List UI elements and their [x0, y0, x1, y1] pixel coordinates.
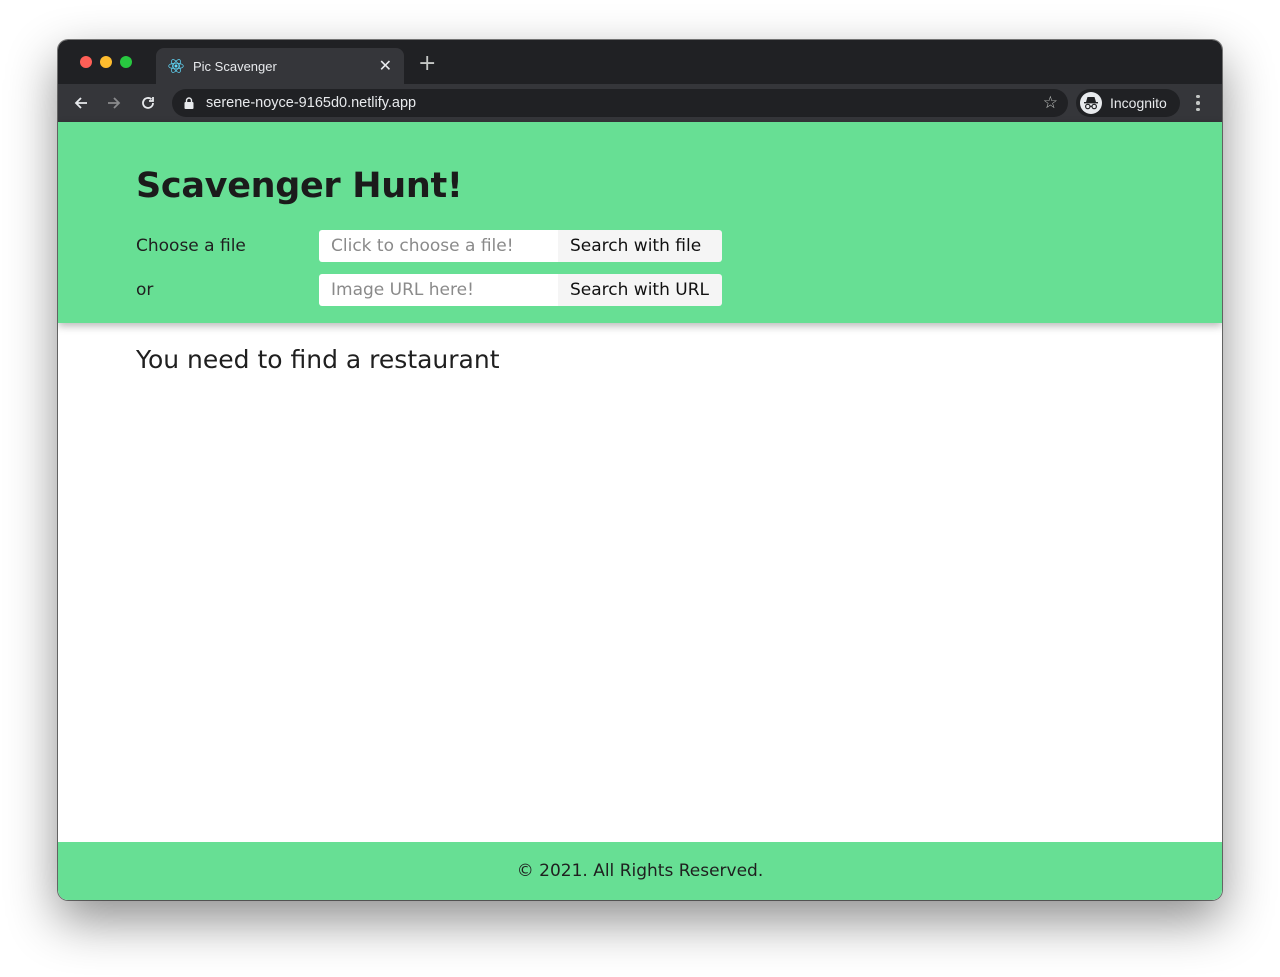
url-row-label: or	[136, 280, 154, 300]
url-text: serene-noyce-9165d0.netlify.app	[206, 95, 417, 111]
url-search-row: or Search with URL	[136, 274, 722, 306]
maximize-window-button[interactable]	[120, 56, 132, 68]
file-row-label: Choose a file	[136, 236, 246, 256]
window-controls	[80, 56, 132, 68]
page-title: Scavenger Hunt!	[136, 166, 463, 206]
incognito-profile-button[interactable]: Incognito	[1076, 89, 1180, 117]
minimize-window-button[interactable]	[100, 56, 112, 68]
browser-window: Pic Scavenger ✕ + serene-noyce-9165d0.ne…	[58, 40, 1222, 900]
incognito-label: Incognito	[1110, 95, 1167, 111]
reload-icon[interactable]	[137, 92, 159, 114]
close-window-button[interactable]	[80, 56, 92, 68]
forward-arrow-icon[interactable]	[103, 92, 125, 114]
file-search-row: Choose a file Search with file	[136, 230, 722, 262]
incognito-icon	[1080, 92, 1102, 114]
close-tab-icon[interactable]: ✕	[379, 58, 392, 74]
browser-toolbar: serene-noyce-9165d0.netlify.app ☆ Incogn…	[58, 84, 1222, 122]
search-with-url-button[interactable]: Search with URL	[558, 274, 722, 306]
footer: © 2021. All Rights Reserved.	[58, 842, 1222, 900]
kebab-menu-icon[interactable]	[1193, 92, 1203, 114]
copyright-text: © 2021. All Rights Reserved.	[516, 861, 764, 881]
page-content: Scavenger Hunt! Choose a file Search wit…	[58, 122, 1222, 900]
app-header: Scavenger Hunt! Choose a file Search wit…	[58, 122, 1222, 323]
lock-icon	[184, 97, 194, 109]
tab-bar: Pic Scavenger ✕ +	[58, 40, 1222, 84]
search-with-file-button[interactable]: Search with file	[558, 230, 722, 262]
new-tab-icon[interactable]: +	[418, 53, 436, 75]
image-url-input[interactable]	[319, 274, 558, 306]
tab-title: Pic Scavenger	[193, 58, 277, 74]
main-section: You need to find a restaurant	[58, 323, 1222, 374]
bookmark-star-icon[interactable]: ☆	[1043, 93, 1058, 113]
browser-tab[interactable]: Pic Scavenger ✕	[156, 48, 404, 84]
file-chooser-input[interactable]	[319, 230, 558, 262]
address-bar[interactable]: serene-noyce-9165d0.netlify.app ☆	[172, 89, 1068, 117]
hunt-prompt: You need to find a restaurant	[136, 345, 500, 374]
back-arrow-icon[interactable]	[70, 92, 92, 114]
react-icon	[168, 58, 184, 74]
